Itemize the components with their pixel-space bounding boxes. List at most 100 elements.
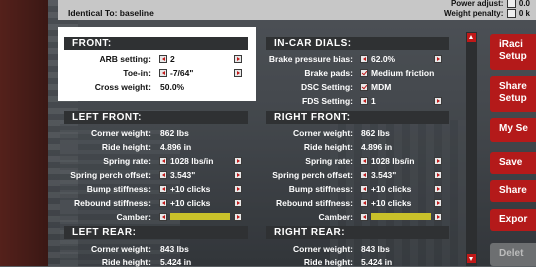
brake-pressure-bias-value: 62.0%: [371, 54, 396, 64]
iracing-setups-line2: Setup: [499, 51, 527, 62]
arb-setting-value: 2: [170, 54, 175, 64]
rf-spring-rate-value: 1028 lbs/in: [371, 156, 415, 166]
lf-camber-label: Camber:: [116, 212, 151, 222]
rf-spring-perch-label: Spring perch offset:: [272, 170, 353, 180]
iracing-setups-line1: iRaci: [499, 39, 523, 50]
rf-bump-stiffness-label: Bump stiffness:: [288, 184, 353, 194]
power-adjust-decrease-icon[interactable]: [506, 0, 516, 9]
lf-spring-rate-label: Spring rate:: [103, 156, 151, 166]
fds-increase-icon[interactable]: [434, 97, 442, 105]
brake-bias-decrease-icon[interactable]: [360, 55, 368, 63]
right-rear-header: RIGHT REAR:: [266, 226, 449, 239]
lf-spring-rate-decrease-icon[interactable]: [159, 157, 167, 165]
rf-rebound-stiffness-value: +10 clicks: [371, 198, 412, 208]
share-button[interactable]: Share: [490, 180, 536, 202]
lf-rebound-stiffness-value: +10 clicks: [170, 198, 211, 208]
dsc-setting-value: MDM: [371, 82, 392, 92]
weight-penalty-value: 0 k: [518, 9, 530, 18]
brake-pads-label: Brake pads:: [304, 68, 353, 78]
toe-in-value: -7/64": [170, 68, 194, 78]
lf-rebound-decrease-icon[interactable]: [159, 199, 167, 207]
power-adjust-value: 0.0: [518, 0, 530, 8]
lf-corner-weight-value: 862 lbs: [160, 128, 189, 138]
rf-camber-increase-icon[interactable]: [434, 213, 442, 221]
rf-bump-decrease-icon[interactable]: [360, 185, 368, 193]
lf-bump-stiffness-label: Bump stiffness:: [86, 184, 151, 194]
cross-weight-label: Cross weight:: [94, 82, 151, 92]
dsc-setting-check-icon[interactable]: [360, 83, 368, 91]
fds-setting-label: FDS Setting:: [302, 96, 353, 106]
rf-rebound-decrease-icon[interactable]: [360, 199, 368, 207]
iracing-setups-button[interactable]: iRaci Setup: [490, 34, 536, 70]
arb-increase-icon[interactable]: [234, 55, 242, 63]
arb-setting-label: ARB setting:: [99, 54, 151, 64]
rr-corner-weight-value: 843 lbs: [361, 244, 390, 254]
scroll-down-icon[interactable]: [467, 254, 476, 263]
lf-bump-decrease-icon[interactable]: [159, 185, 167, 193]
rf-corner-weight-label: Corner weight:: [293, 128, 353, 138]
shared-setups-button[interactable]: Share Setup: [490, 76, 536, 112]
lf-corner-weight-label: Corner weight:: [91, 128, 151, 138]
rf-camber-decrease-icon[interactable]: [360, 213, 368, 221]
lf-ride-height-label: Ride height:: [101, 142, 151, 152]
brake-pressure-bias-label: Brake pressure bias:: [268, 54, 353, 64]
power-weight-readout: Power adjust: 0.0 Weight penalty: 0 k: [444, 0, 530, 19]
lf-camber-increase-icon[interactable]: [234, 213, 242, 221]
left-front-header: LEFT FRONT:: [64, 111, 248, 124]
rf-ride-height-value: 4.896 in: [361, 142, 393, 152]
rf-spring-rate-decrease-icon[interactable]: [360, 157, 368, 165]
rf-corner-weight-value: 862 lbs: [361, 128, 390, 138]
toe-in-label: Toe-in:: [123, 68, 151, 78]
lr-corner-weight-value: 843 lbs: [160, 244, 189, 254]
weight-penalty-decrease-icon[interactable]: [506, 9, 516, 19]
rf-spring-perch-value: 3.543": [371, 170, 397, 180]
rf-camber-label: Camber:: [318, 212, 353, 222]
brake-pads-value: Medium friction: [371, 68, 435, 78]
rf-spring-perch-increase-icon[interactable]: [434, 171, 442, 179]
lf-spring-perch-decrease-icon[interactable]: [159, 171, 167, 179]
scroll-up-icon[interactable]: [467, 33, 476, 42]
export-button[interactable]: Expor: [490, 209, 536, 231]
setup-scrollbar[interactable]: [466, 32, 477, 266]
rf-spring-rate-increase-icon[interactable]: [434, 157, 442, 165]
delete-button[interactable]: Delet: [490, 243, 536, 266]
identical-to-label: Identical To: baseline: [68, 8, 154, 18]
rf-camber-bar: [371, 213, 431, 220]
save-label: Save: [499, 157, 523, 168]
weight-penalty-label: Weight penalty:: [443, 9, 504, 18]
lf-spring-perch-value: 3.543": [170, 170, 196, 180]
shared-setups-line2: Setup: [499, 93, 527, 104]
rf-rebound-increase-icon[interactable]: [434, 199, 442, 207]
rf-spring-rate-label: Spring rate:: [305, 156, 353, 166]
brake-pads-check-icon[interactable]: [360, 69, 368, 77]
lf-bump-increase-icon[interactable]: [234, 185, 242, 193]
export-label: Expor: [499, 214, 528, 225]
rr-corner-weight-label: Corner weight:: [293, 244, 353, 254]
delete-label: Delet: [499, 248, 524, 259]
front-section-header: FRONT:: [64, 37, 248, 50]
lf-camber-decrease-icon[interactable]: [159, 213, 167, 221]
shared-setups-line1: Share: [499, 81, 527, 92]
lf-ride-height-value: 4.896 in: [160, 142, 192, 152]
my-setups-label: My Se: [499, 123, 528, 134]
lr-corner-weight-label: Corner weight:: [91, 244, 151, 254]
rf-bump-increase-icon[interactable]: [434, 185, 442, 193]
fds-decrease-icon[interactable]: [360, 97, 368, 105]
toe-in-decrease-icon[interactable]: [159, 69, 167, 77]
my-setups-button[interactable]: My Se: [490, 118, 536, 142]
arb-decrease-icon[interactable]: [159, 55, 167, 63]
setup-summary-bar: Identical To: baseline Power adjust: 0.0…: [58, 0, 536, 20]
lf-rebound-increase-icon[interactable]: [234, 199, 242, 207]
dsc-setting-label: DSC Setting:: [301, 82, 353, 92]
rf-bump-stiffness-value: +10 clicks: [371, 184, 412, 194]
rf-spring-perch-decrease-icon[interactable]: [360, 171, 368, 179]
lf-spring-perch-label: Spring perch offset:: [70, 170, 151, 180]
lf-spring-rate-increase-icon[interactable]: [234, 157, 242, 165]
save-button[interactable]: Save: [490, 152, 536, 174]
brake-bias-increase-icon[interactable]: [434, 55, 442, 63]
lf-bump-stiffness-value: +10 clicks: [170, 184, 211, 194]
lf-spring-perch-increase-icon[interactable]: [234, 171, 242, 179]
rf-ride-height-label: Ride height:: [303, 142, 353, 152]
toe-in-increase-icon[interactable]: [234, 69, 242, 77]
left-rear-header: LEFT REAR:: [64, 226, 248, 239]
